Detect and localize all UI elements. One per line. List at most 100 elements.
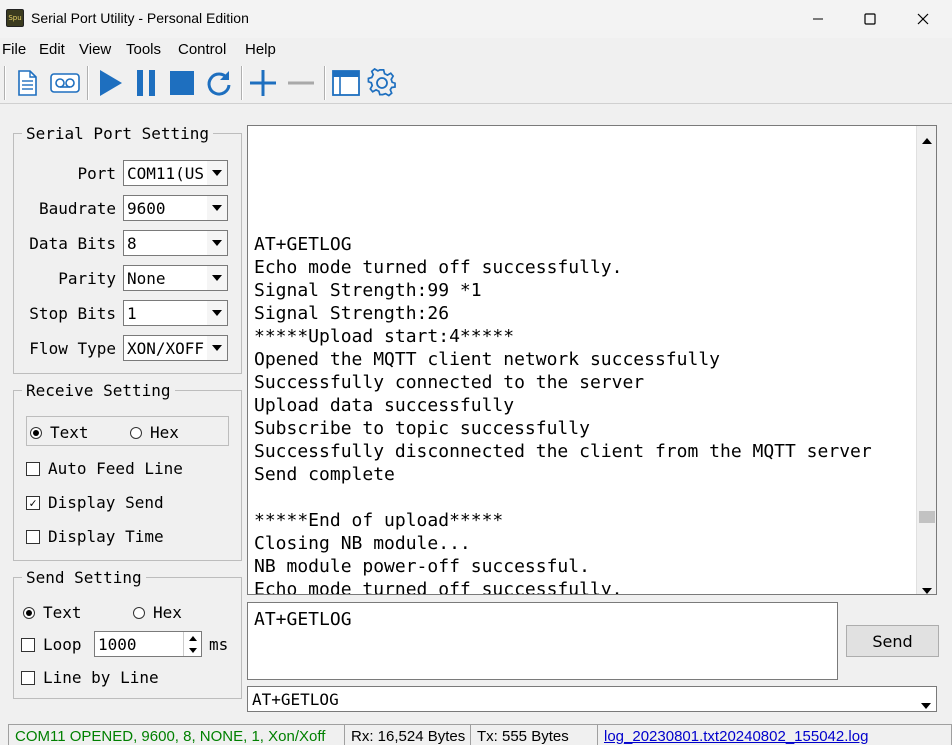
status-connection: COM11 OPENED, 9600, 8, NONE, 1, Xon/Xoff [8,724,344,745]
chevron-down-icon [920,695,932,714]
menu-view[interactable]: View [79,41,111,58]
play-icon [100,70,122,96]
menu-file[interactable]: File [2,41,26,58]
checkbox-unchecked-icon [26,461,40,476]
window-button[interactable] [329,66,363,100]
refresh-button[interactable] [202,66,236,100]
pause-icon [137,70,155,96]
record-button[interactable] [48,66,82,100]
receive-hex-label: Hex [150,423,179,442]
toolbar-separator [87,66,89,100]
remove-button[interactable] [284,66,318,100]
auto-feed-line-label: Auto Feed Line [48,459,183,478]
display-send-checkbox[interactable]: ✓ Display Send [26,493,164,512]
stepper-down-icon[interactable] [183,644,201,656]
parity-select[interactable]: None [123,265,228,291]
receive-text-label: Text [50,423,89,442]
line-by-line-checkbox[interactable]: Line by Line [21,668,159,687]
baudrate-select[interactable]: 9600 [123,195,228,221]
parity-value: None [127,269,166,288]
loop-checkbox[interactable]: Loop [21,635,82,654]
receive-scrollbar[interactable] [916,126,936,594]
receive-text-lines: AT+GETLOG Echo mode turned off successful… [254,126,872,595]
stop-bits-label: Stop Bits [29,304,116,323]
checkbox-unchecked-icon [26,529,40,544]
send-hex-radio[interactable]: Hex [133,603,182,622]
menu-help[interactable]: Help [245,41,276,58]
checkbox-unchecked-icon [21,670,35,685]
scroll-thumb[interactable] [919,511,935,523]
display-time-checkbox[interactable]: Display Time [26,527,164,546]
flow-type-select[interactable]: XON/XOFF [123,335,228,361]
loop-interval-stepper[interactable]: 1000 [94,631,202,657]
data-bits-select[interactable]: 8 [123,230,228,256]
receive-line: Successfully disconnected the client fro… [254,441,872,462]
send-text-label: Text [43,603,82,622]
toolbar-separator [241,66,243,100]
receive-line: *****Upload start:4***** [254,326,515,347]
chevron-down-icon [207,161,227,185]
window-icon [332,70,360,96]
refresh-icon [207,71,231,96]
receive-hex-radio[interactable]: Hex [130,423,179,442]
receive-setting-title: Receive Setting [26,381,171,400]
close-button[interactable] [900,0,946,38]
send-button[interactable]: Send [846,625,939,657]
menu-tools[interactable]: Tools [126,41,161,58]
stop-icon [170,71,194,95]
baudrate-label: Baudrate [38,199,116,218]
maximize-button[interactable] [847,0,893,38]
scroll-up-icon[interactable] [921,130,933,149]
scroll-down-icon[interactable] [921,580,933,594]
menu-control[interactable]: Control [178,41,226,58]
data-bits-value: 8 [127,234,137,253]
stop-bits-value: 1 [127,304,137,323]
stop-button[interactable] [165,66,199,100]
chevron-down-icon [207,231,227,255]
new-document-button[interactable] [10,66,44,100]
loop-interval-value: 1000 [98,635,137,654]
send-text-value: AT+GETLOG [254,609,352,630]
receive-line: NB module power-off successful. [254,556,590,577]
chevron-down-icon [207,196,227,220]
pause-button[interactable] [129,66,163,100]
menu-edit[interactable]: Edit [39,41,65,58]
radio-selected-icon [30,426,42,439]
status-tx: Tx: 555 Bytes [470,724,597,745]
receive-line: Echo mode turned off successfully. [254,579,623,595]
stepper-up-icon[interactable] [183,632,201,644]
send-history-select[interactable]: AT+GETLOG [247,686,937,712]
checkbox-unchecked-icon [21,637,35,652]
settings-button[interactable] [365,66,399,100]
send-text-area[interactable]: AT+GETLOG [247,602,838,680]
minimize-icon [813,18,823,20]
receive-line: Echo mode turned off successfully. [254,257,623,278]
auto-feed-line-checkbox[interactable]: Auto Feed Line [26,459,183,478]
checkbox-checked-icon: ✓ [26,495,40,510]
status-log-text[interactable]: log_20230801.txt20240802_155042.log [604,728,868,745]
gear-icon [367,68,396,97]
toolbar-separator [324,66,326,100]
receive-text-area[interactable]: AT+GETLOG Echo mode turned off successful… [247,125,937,595]
status-rx-text: Rx: 16,524 Bytes [351,728,466,745]
plus-icon [250,70,276,96]
window-title: Serial Port Utility - Personal Edition [31,10,249,26]
title-bar: Spu Serial Port Utility - Personal Editi… [0,0,952,38]
minimize-button[interactable] [795,0,841,38]
receive-line: *****End of upload***** [254,510,504,531]
stop-bits-select[interactable]: 1 [123,300,228,326]
add-button[interactable] [246,66,280,100]
close-icon [917,13,929,25]
port-label: Port [77,164,116,183]
line-by-line-label: Line by Line [43,668,159,687]
receive-line: Closing NB module... [254,533,471,554]
radio-selected-icon [23,606,35,619]
status-bar: COM11 OPENED, 9600, 8, NONE, 1, Xon/Xoff… [0,724,952,745]
port-select[interactable]: COM11(US [123,160,228,186]
send-text-radio[interactable]: Text [23,603,82,622]
parity-label: Parity [58,269,116,288]
cassette-icon [50,73,80,93]
start-button[interactable] [93,66,127,100]
status-log[interactable]: log_20230801.txt20240802_155042.log [597,724,952,745]
receive-text-radio[interactable]: Text [30,423,89,442]
